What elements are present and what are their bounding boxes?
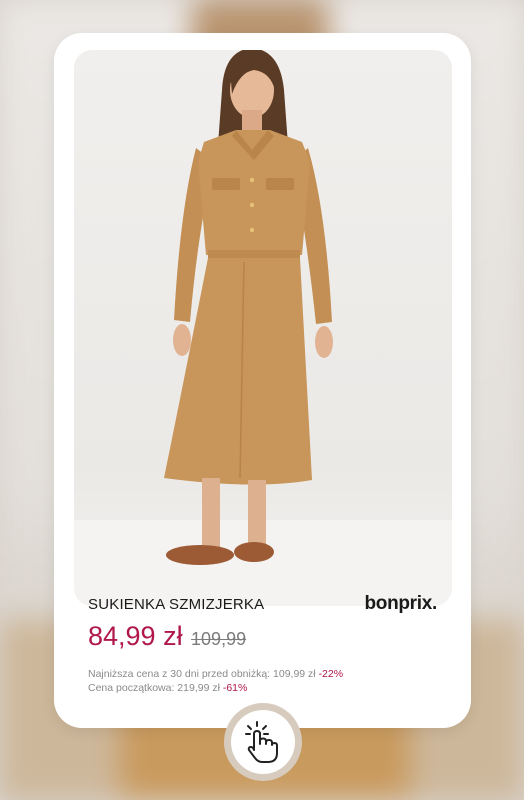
- brand-logo: bonprix.: [364, 593, 437, 614]
- product-card[interactable]: SUKIENKA SZMIZJERKA bonprix. 84,99 zł 10…: [54, 33, 471, 728]
- hand-pointer-click-icon: [245, 721, 278, 763]
- click-button-inner[interactable]: [231, 710, 295, 774]
- lowest-price-label: Najniższa cena z 30 dni przed obniżką: 1…: [88, 668, 316, 680]
- current-price: 84,99 zł: [88, 621, 183, 651]
- product-image[interactable]: [74, 50, 452, 606]
- price-info: Najniższa cena z 30 dni przed obniżką: 1…: [88, 667, 343, 695]
- lowest-price-discount: -22%: [318, 668, 344, 680]
- lowest-price-line: Najniższa cena z 30 dni przed obniżką: 1…: [88, 667, 343, 681]
- initial-price-discount: -61%: [222, 682, 248, 694]
- model-in-dress-illustration: [74, 50, 452, 606]
- click-button[interactable]: [224, 703, 302, 781]
- price-row: 84,99 zł 109,99: [88, 621, 246, 652]
- product-name: SUKIENKA SZMIZJERKA: [88, 596, 265, 613]
- initial-price-label: Cena początkowa: 219,99 zł: [88, 682, 220, 694]
- old-price: 109,99: [191, 629, 247, 649]
- initial-price-line: Cena początkowa: 219,99 zł -61%: [88, 681, 343, 695]
